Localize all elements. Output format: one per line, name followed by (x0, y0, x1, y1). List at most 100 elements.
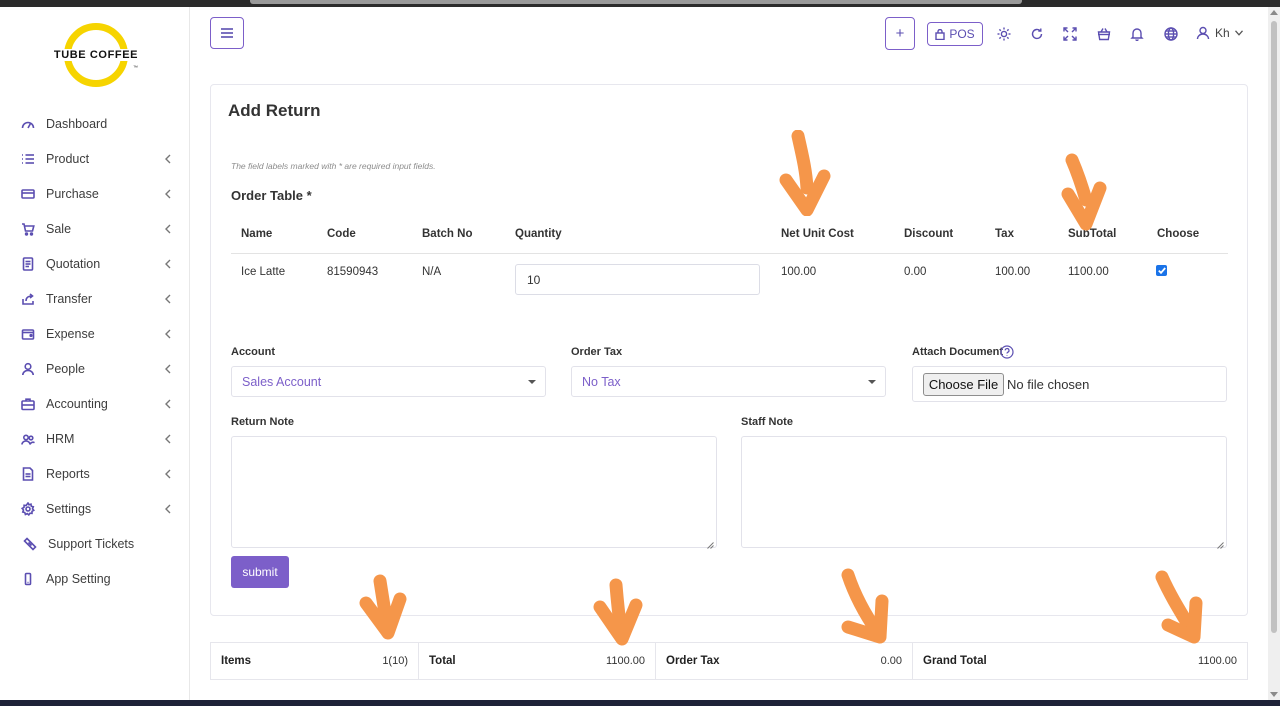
sidebar-item-label: Support Tickets (48, 536, 135, 551)
table-header-divider (231, 253, 1228, 254)
page-scrollbar[interactable] (1268, 7, 1280, 700)
briefcase-icon (20, 396, 36, 412)
globe-icon (1164, 27, 1178, 41)
account-select[interactable]: Sales Account (231, 366, 546, 397)
fullscreen-button[interactable] (1062, 26, 1078, 42)
choose-checkbox[interactable] (1156, 265, 1167, 276)
sidebar-item-purchase[interactable]: Purchase (0, 176, 190, 211)
sidebar-item-label: HRM (46, 431, 75, 446)
sidebar-item-accounting[interactable]: Accounting (0, 386, 190, 421)
sidebar-item-sale[interactable]: Sale (0, 211, 190, 246)
chevron-left-icon (164, 398, 174, 409)
question-circle-icon (1000, 345, 1014, 359)
sidebar-item-label: Quotation (46, 256, 101, 271)
window-top-strip (0, 0, 1280, 7)
totals-order-tax-label: Order Tax (666, 655, 720, 667)
list-icon (20, 151, 36, 167)
chevron-left-icon (164, 153, 174, 164)
sidebar-item-label: Dashboard (46, 116, 108, 131)
phone-icon (20, 571, 36, 587)
sidebar-item-label: Reports (46, 466, 90, 481)
annotation-arrow-order-tax (838, 567, 894, 653)
logo-trademark: ™ (133, 65, 138, 71)
sidebar-item-label: Product (46, 151, 90, 166)
scrollbar-thumb[interactable] (1271, 21, 1277, 633)
sidebar-item-transfer[interactable]: Transfer (0, 281, 190, 316)
sidebar-item-label: Sale (46, 221, 72, 236)
card-icon (20, 186, 36, 202)
scroll-up-icon[interactable] (1270, 10, 1278, 15)
menu-toggle-button[interactable] (210, 17, 244, 49)
totals-order-tax-value: 0.00 (880, 655, 902, 667)
column-header-discount: Discount (904, 228, 954, 240)
sidebar-item-dashboard[interactable]: Dashboard (0, 106, 190, 141)
user-menu[interactable]: Kh (1196, 26, 1243, 40)
app-window: TUBE COFFEE ™ Dashboard Product Purchase Sa… (0, 7, 1268, 700)
caret-down-icon (868, 380, 876, 384)
annotation-arrow-subtotal (1056, 150, 1112, 236)
sidebar-item-app-setting[interactable]: App Setting (0, 561, 190, 596)
logo-text: TUBE COFFEE (52, 49, 140, 61)
totals-grand-total-value: 1100.00 (1198, 655, 1237, 667)
window-top-bar (250, 0, 1022, 4)
gear-icon (20, 501, 36, 517)
pos-button[interactable]: POS (927, 22, 983, 46)
document-icon (20, 256, 36, 272)
sun-icon (997, 27, 1011, 41)
sidebar-item-hrm[interactable]: HRM (0, 421, 190, 456)
attach-document-field: Choose File No file chosen (912, 366, 1227, 402)
chevron-left-icon (164, 188, 174, 199)
staff-note-textarea[interactable] (741, 436, 1227, 549)
choose-file-button[interactable]: Choose File (923, 373, 1004, 396)
help-icon[interactable] (1000, 345, 1014, 359)
order-table-label: Order Table * (231, 188, 312, 203)
chevron-down-icon (1234, 30, 1243, 36)
column-header-code: Code (327, 228, 356, 240)
sidebar-item-product[interactable]: Product (0, 141, 190, 176)
cell-subtotal: 1100.00 (1068, 266, 1109, 278)
report-icon (20, 466, 36, 482)
user-name: Kh (1215, 26, 1230, 40)
annotation-arrow-items (358, 573, 414, 659)
theme-toggle-button[interactable] (996, 26, 1012, 42)
required-fields-note: The field labels marked with * are requi… (231, 161, 436, 171)
return-note-label: Return Note (231, 416, 294, 428)
annotation-arrow-grand-total (1152, 567, 1208, 653)
refresh-button[interactable] (1029, 26, 1045, 42)
chevron-left-icon (164, 433, 174, 444)
chevron-left-icon (164, 328, 174, 339)
caret-down-icon (528, 380, 536, 384)
resize-handle-icon[interactable] (1217, 538, 1224, 549)
account-label: Account (231, 346, 275, 358)
resize-handle-icon[interactable] (707, 538, 714, 549)
sidebar-item-reports[interactable]: Reports (0, 456, 190, 491)
chevron-left-icon (164, 363, 174, 374)
bell-icon (1130, 28, 1144, 41)
sidebar-item-people[interactable]: People (0, 351, 190, 386)
totals-grand-total-label: Grand Total (923, 655, 987, 667)
basket-button[interactable] (1096, 26, 1112, 42)
sidebar-item-expense[interactable]: Expense (0, 316, 190, 351)
language-button[interactable] (1163, 26, 1179, 42)
basket-icon (1097, 28, 1111, 41)
sidebar-item-support-tickets[interactable]: Support Tickets (0, 526, 190, 561)
scroll-down-icon[interactable] (1270, 692, 1278, 697)
refresh-icon (1031, 28, 1043, 40)
sidebar-item-settings[interactable]: Settings (0, 491, 190, 526)
chevron-left-icon (164, 468, 174, 479)
cell-discount: 0.00 (904, 266, 927, 278)
order-tax-select[interactable]: No Tax (571, 366, 886, 397)
column-header-quantity: Quantity (515, 228, 562, 240)
cell-tax: 100.00 (995, 266, 1031, 278)
quantity-input[interactable]: 10 (515, 264, 760, 295)
sidebar-item-quotation[interactable]: Quotation (0, 246, 190, 281)
brand-logo[interactable]: TUBE COFFEE ™ (52, 23, 140, 89)
chevron-left-icon (164, 223, 174, 234)
column-header-name: Name (241, 228, 273, 240)
submit-button[interactable]: submit (231, 556, 289, 588)
cell-net-unit-cost: 100.00 (781, 266, 817, 278)
ticket-icon (22, 536, 38, 552)
return-note-textarea[interactable] (231, 436, 717, 549)
add-new-button[interactable]: + (885, 17, 915, 50)
notifications-button[interactable] (1129, 26, 1145, 42)
